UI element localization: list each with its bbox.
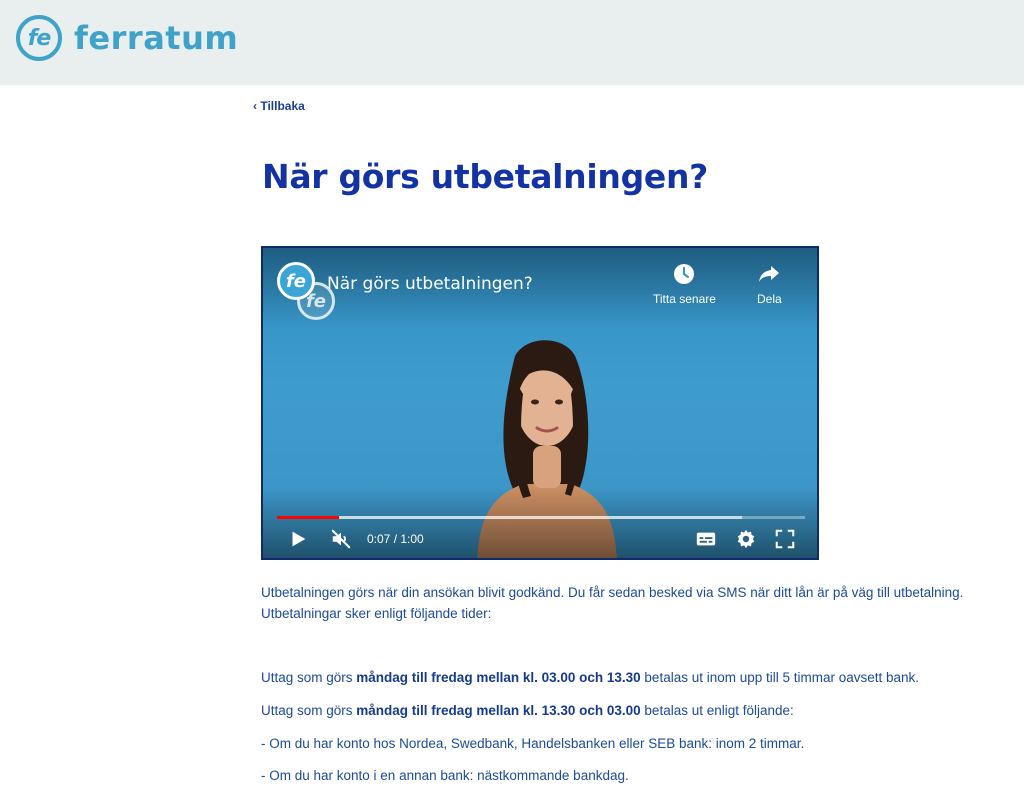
watch-later-button[interactable]: Titta senare	[653, 262, 716, 306]
subtitles-button[interactable]	[693, 527, 719, 551]
schedule-line-2: Uttag som görs måndag till fredag mellan…	[261, 700, 1021, 721]
subtitles-icon	[696, 532, 716, 546]
line2-prefix: Uttag som görs	[261, 703, 357, 718]
clock-icon	[674, 264, 695, 284]
line2-suffix: betalas ut enligt följande:	[640, 703, 794, 718]
bullet-other-banks: - Om du har konto i en annan bank: nästk…	[261, 768, 629, 783]
schedule-line-1: Uttag som görs måndag till fredag mellan…	[261, 667, 1021, 688]
progress-played	[277, 516, 339, 519]
gear-icon	[737, 529, 755, 549]
channel-logo: fe	[277, 262, 315, 300]
share-button[interactable]: Dela	[757, 262, 782, 306]
share-arrow-icon	[759, 266, 780, 282]
intro-paragraph: Utbetalningen görs när din ansökan blivi…	[261, 585, 964, 621]
channel-avatar[interactable]: fe fe	[277, 262, 335, 320]
mute-button[interactable]	[328, 527, 354, 551]
video-title[interactable]: När görs utbetalningen?	[327, 274, 533, 294]
fullscreen-button[interactable]	[772, 527, 798, 551]
logo-mark-icon: fe	[16, 15, 62, 61]
back-link[interactable]: ‹ Tillbaka	[253, 99, 305, 113]
line2-bold: måndag till fredag mellan kl. 13.30 och …	[356, 703, 641, 718]
video-progress-bar[interactable]	[277, 516, 805, 519]
muted-speaker-icon	[331, 529, 351, 549]
video-time: 0:07 / 1:00	[367, 532, 424, 546]
watch-later-label: Titta senare	[653, 292, 716, 306]
video-player[interactable]: fe fe När görs utbetalningen? Titta sena…	[261, 246, 819, 560]
site-header: fe ferratum	[0, 0, 1024, 85]
play-icon	[292, 531, 306, 547]
settings-button[interactable]	[733, 527, 759, 551]
progress-buffered	[277, 516, 742, 519]
bullet-major-banks: - Om du har konto hos Nordea, Swedbank, …	[261, 736, 805, 751]
page-title: När görs utbetalningen?	[262, 157, 709, 196]
line1-prefix: Uttag som görs	[261, 670, 357, 685]
play-button[interactable]	[285, 527, 311, 551]
fullscreen-icon	[775, 529, 795, 549]
share-label: Dela	[757, 292, 782, 306]
ferratum-logo[interactable]: fe ferratum	[16, 14, 238, 62]
logo-wordmark: ferratum	[74, 19, 239, 57]
line1-bold: måndag till fredag mellan kl. 03.00 och …	[356, 670, 641, 685]
line1-suffix: betalas ut inom upp till 5 timmar oavset…	[640, 670, 920, 685]
